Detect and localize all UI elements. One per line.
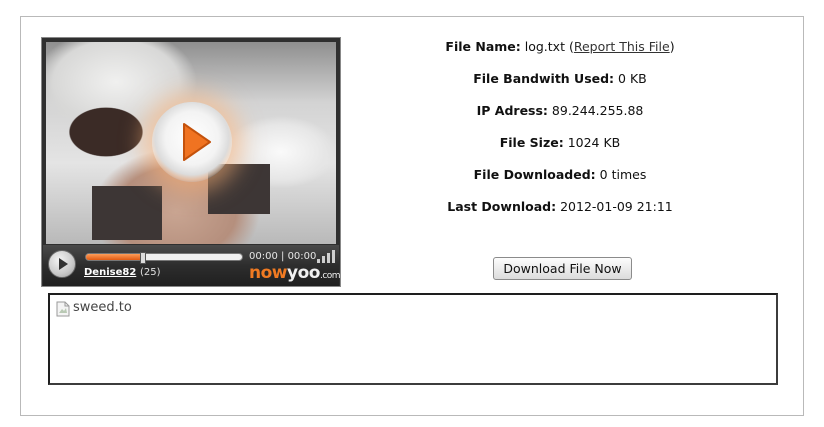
play-button[interactable] (48, 250, 76, 278)
last-download-value: 2012-01-09 21:11 (560, 199, 673, 214)
progress-handle[interactable] (139, 252, 146, 264)
file-size-value: 1024 KB (567, 135, 621, 150)
file-name-value: log.txt (524, 39, 565, 54)
last-download-row: Last Download: 2012-01-09 21:11 (360, 199, 760, 214)
uploader-link[interactable]: Denise82 (84, 267, 136, 278)
report-file-link[interactable]: Report This File (574, 39, 670, 54)
time-separator: | (277, 251, 288, 262)
time-total: 00:00 (287, 251, 317, 262)
volume-icon[interactable] (317, 249, 337, 263)
downloaded-label: File Downloaded: (473, 167, 596, 182)
time-readout: 00:00 | 00:00 (249, 251, 316, 262)
bandwidth-value: 0 KB (618, 71, 647, 86)
video-thumbnail[interactable] (46, 42, 336, 244)
last-download-label: Last Download: (447, 199, 557, 214)
ip-row: IP Adress: 89.244.255.88 (360, 103, 760, 118)
file-name-row: File Name: log.txt (Report This File) (445, 39, 675, 54)
time-current: 00:00 (249, 251, 278, 262)
ip-label: IP Adress: (476, 103, 548, 118)
play-icon (59, 258, 68, 270)
uploader-count: (25) (140, 267, 161, 278)
ip-value: 89.244.255.88 (551, 103, 644, 118)
play-overlay-button[interactable] (152, 102, 232, 182)
embedded-frame: sweed.to (48, 293, 778, 385)
video-player[interactable]: 00:00 | 00:00 Denise82 (25) nowyoo.com (41, 37, 341, 287)
file-size-row: File Size: 1024 KB (360, 135, 760, 150)
progress-fill (86, 254, 143, 260)
downloaded-row: File Downloaded: 0 times (360, 167, 760, 182)
nowyoo-logo[interactable]: nowyoo.com (249, 263, 341, 283)
progress-bar[interactable] (85, 253, 243, 261)
downloaded-value: 0 times (599, 167, 647, 182)
bandwidth-label: File Bandwith Used: (473, 71, 615, 86)
play-icon (183, 123, 211, 161)
broken-image-alt[interactable]: sweed.to (73, 300, 132, 315)
broken-image-icon (56, 301, 70, 317)
file-name-label: File Name: (445, 39, 521, 54)
bandwidth-row: File Bandwith Used: 0 KB (360, 71, 760, 86)
player-controls: 00:00 | 00:00 Denise82 (25) nowyoo.com (43, 245, 341, 286)
file-size-label: File Size: (499, 135, 564, 150)
download-file-button[interactable]: Download File Now (493, 257, 632, 280)
censor-block (92, 186, 162, 240)
